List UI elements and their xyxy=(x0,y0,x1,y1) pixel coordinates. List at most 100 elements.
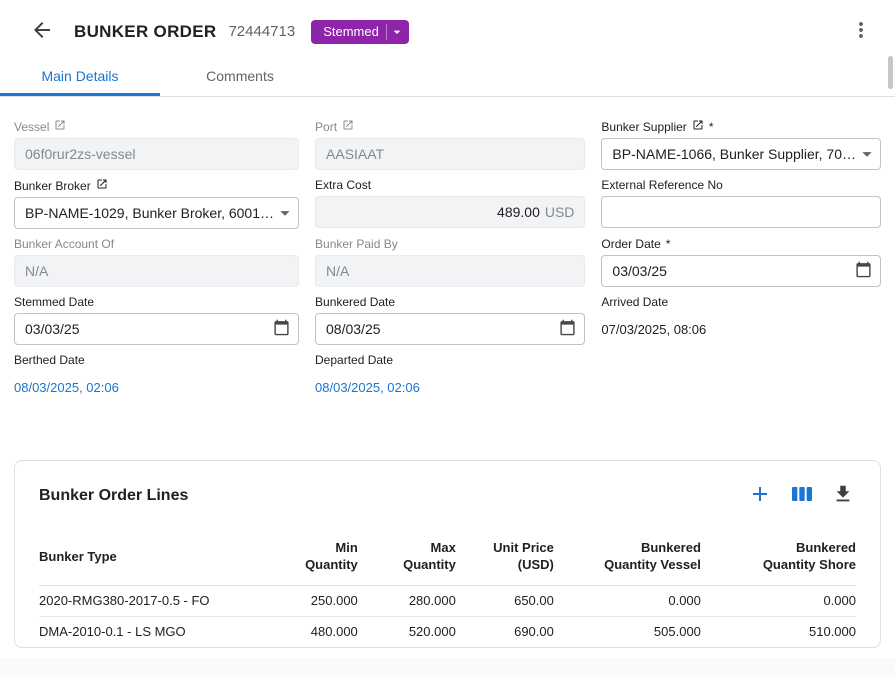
open-in-new-icon[interactable] xyxy=(54,119,66,134)
vessel-value: 06f0rur2zs-vessel xyxy=(25,146,288,162)
departed-date-field: Departed Date 08/03/2025, 02:06 xyxy=(315,353,585,403)
more-vert-icon xyxy=(849,18,873,45)
open-in-new-icon[interactable] xyxy=(692,119,704,134)
calendar-icon[interactable] xyxy=(855,261,872,281)
port-value: AASIAAT xyxy=(326,146,574,162)
extra-cost-input[interactable]: 489.00 USD xyxy=(315,196,585,228)
cell-bunker-type: 2020-RMG380-2017-0.5 - FO xyxy=(39,586,268,617)
stemmed-date-field: Stemmed Date 03/03/25 xyxy=(14,295,299,345)
column-header-bunkered-quantity-vessel: BunkeredQuantity Vessel xyxy=(562,527,709,586)
port-label: Port xyxy=(315,119,585,134)
cell-max-quantity: 280.000 xyxy=(366,586,464,617)
bunkered-date-label-text: Bunkered Date xyxy=(315,295,395,309)
order-number: 72444713 xyxy=(228,23,295,40)
card-actions xyxy=(746,480,856,511)
calendar-icon[interactable] xyxy=(273,319,290,339)
bunker-supplier-label: Bunker Supplier * xyxy=(601,119,881,134)
bunker-supplier-select[interactable]: BP-NAME-1066, Bunker Supplier, 70… xyxy=(601,138,881,170)
vessel-field: Vessel 06f0rur2zs-vessel xyxy=(14,119,299,170)
bunker-paid-by-value: N/A xyxy=(326,263,574,279)
manage-columns-button[interactable] xyxy=(788,480,816,511)
calendar-icon[interactable] xyxy=(559,319,576,339)
table-header-row: Bunker Type MinQuantity MaxQuantity Unit… xyxy=(39,527,856,586)
cell-bunker-type: DMA-2010-0.1 - LS MGO xyxy=(39,617,268,648)
berthed-date-label: Berthed Date xyxy=(14,353,299,367)
bunker-broker-select[interactable]: BP-NAME-1029, Bunker Broker, 6001… xyxy=(14,197,299,229)
vessel-input: 06f0rur2zs-vessel xyxy=(14,138,299,170)
card-title: Bunker Order Lines xyxy=(39,486,188,506)
open-in-new-icon[interactable] xyxy=(342,119,354,134)
port-label-text: Port xyxy=(315,120,337,134)
order-date-field: Order Date * 03/03/25 xyxy=(601,237,881,287)
add-order-line-button[interactable] xyxy=(746,480,774,511)
cell-bunkered-quantity-shore: 510.000 xyxy=(709,617,856,648)
required-asterisk: * xyxy=(666,237,671,251)
bunker-paid-by-label: Bunker Paid By xyxy=(315,237,585,251)
order-date-label: Order Date * xyxy=(601,237,881,251)
bunker-paid-by-input: N/A xyxy=(315,255,585,287)
departed-date-link[interactable]: 08/03/2025, 02:06 xyxy=(315,371,585,403)
bunkered-date-input[interactable]: 08/03/25 xyxy=(315,313,585,345)
external-reference-label: External Reference No xyxy=(601,178,881,192)
cell-unit-price: 690.00 xyxy=(464,617,562,648)
table-row[interactable]: DMA-2010-0.1 - LS MGO 480.000 520.000 69… xyxy=(39,617,856,648)
bunker-broker-value: BP-NAME-1029, Bunker Broker, 6001… xyxy=(25,205,274,221)
order-date-input[interactable]: 03/03/25 xyxy=(601,255,881,287)
stemmed-date-value: 03/03/25 xyxy=(25,321,80,337)
bunker-order-lines-card: Bunker Order Lines xyxy=(14,460,881,648)
plus-icon xyxy=(748,482,772,509)
external-reference-input[interactable] xyxy=(601,196,881,228)
status-badge[interactable]: Stemmed xyxy=(311,20,409,44)
external-reference-field: External Reference No xyxy=(601,178,881,229)
cell-unit-price: 650.00 xyxy=(464,586,562,617)
port-input: AASIAAT xyxy=(315,138,585,170)
table-row[interactable]: 2020-RMG380-2017-0.5 - FO 250.000 280.00… xyxy=(39,586,856,617)
back-button[interactable] xyxy=(28,16,56,47)
more-options-button[interactable] xyxy=(847,16,875,47)
cell-bunkered-quantity-vessel: 505.000 xyxy=(562,617,709,648)
open-in-new-icon[interactable] xyxy=(96,178,108,193)
bunker-account-of-value: N/A xyxy=(25,263,288,279)
departed-date-label-text: Departed Date xyxy=(315,353,393,367)
download-icon xyxy=(832,483,854,508)
column-header-bunker-type: Bunker Type xyxy=(39,527,268,586)
main-details-form: Vessel 06f0rur2zs-vessel Port AASIAAT xyxy=(0,97,895,403)
cell-max-quantity: 520.000 xyxy=(366,617,464,648)
arrived-date-field: Arrived Date 07/03/2025, 08:06 xyxy=(601,295,881,345)
stemmed-date-input[interactable]: 03/03/25 xyxy=(14,313,299,345)
arrow-drop-down-icon xyxy=(386,24,405,40)
vessel-label-text: Vessel xyxy=(14,120,49,134)
extra-cost-value: 489.00 xyxy=(497,204,540,220)
cell-bunkered-quantity-shore: 0.000 xyxy=(709,586,856,617)
order-lines-table: Bunker Type MinQuantity MaxQuantity Unit… xyxy=(39,527,856,647)
back-arrow-icon xyxy=(30,18,54,45)
berthed-date-link[interactable]: 08/03/2025, 02:06 xyxy=(14,371,299,403)
scrollbar-thumb[interactable] xyxy=(888,56,893,89)
bunker-account-of-field: Bunker Account Of N/A xyxy=(14,237,299,287)
vessel-label: Vessel xyxy=(14,119,299,134)
tab-comments[interactable]: Comments xyxy=(160,57,320,96)
column-header-max-quantity: MaxQuantity xyxy=(366,527,464,586)
arrived-date-label: Arrived Date xyxy=(601,295,881,309)
bunker-broker-label-text: Bunker Broker xyxy=(14,179,91,193)
arrived-date-value: 07/03/2025, 08:06 xyxy=(601,313,881,345)
status-badge-label: Stemmed xyxy=(323,24,379,39)
bunker-account-of-label: Bunker Account Of xyxy=(14,237,299,251)
bunker-order-page: BUNKER ORDER 72444713 Stemmed Main Detai… xyxy=(0,0,895,677)
cell-min-quantity: 480.000 xyxy=(268,617,366,648)
bunkered-date-field: Bunkered Date 08/03/25 xyxy=(315,295,585,345)
card-header: Bunker Order Lines xyxy=(39,480,856,511)
stemmed-date-label-text: Stemmed Date xyxy=(14,295,94,309)
tab-main-details[interactable]: Main Details xyxy=(0,57,160,96)
download-button[interactable] xyxy=(830,481,856,510)
app-header: BUNKER ORDER 72444713 Stemmed xyxy=(0,0,895,57)
arrived-date-label-text: Arrived Date xyxy=(601,295,668,309)
bunker-broker-label: Bunker Broker xyxy=(14,178,299,193)
extra-cost-currency: USD xyxy=(545,204,575,220)
berthed-date-label-text: Berthed Date xyxy=(14,353,85,367)
page-title: BUNKER ORDER xyxy=(74,22,216,42)
stemmed-date-label: Stemmed Date xyxy=(14,295,299,309)
external-reference-label-text: External Reference No xyxy=(601,178,722,192)
bunker-account-of-input: N/A xyxy=(14,255,299,287)
tab-bar: Main Details Comments xyxy=(0,57,895,97)
